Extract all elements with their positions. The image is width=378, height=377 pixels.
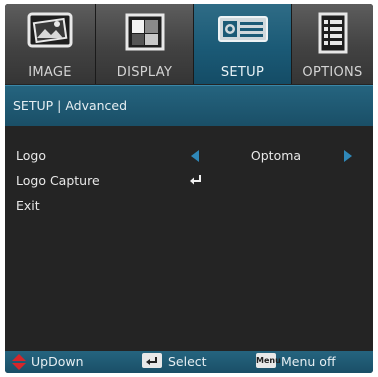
enter-icon [190, 175, 201, 185]
arrow-right-icon[interactable] [344, 150, 352, 162]
menu-key-icon: Menu [256, 353, 281, 368]
arrow-left-icon[interactable] [191, 150, 199, 162]
tab-setup-label: SETUP [220, 65, 265, 80]
options-icon [318, 12, 347, 54]
menu-item-exit[interactable]: Exit [5, 196, 373, 216]
tab-display[interactable]: DISPLAY [96, 4, 194, 84]
section-header: SETUP | Advanced [5, 85, 373, 126]
menu-off-hint: Menu off [281, 354, 336, 369]
menu-list: Logo Optoma Logo Capture Exit [5, 126, 373, 351]
menu-item-logo-capture[interactable]: Logo Capture [5, 171, 373, 191]
footer-bar: UpDown Select Menu Menu off [5, 351, 373, 373]
tab-options-label: OPTIONS [302, 65, 363, 80]
tab-bar: IMAGE DISPLAY SETUP OPTIONS [5, 4, 373, 84]
tab-setup[interactable]: SETUP [194, 4, 292, 84]
image-icon [27, 12, 73, 48]
tab-image[interactable]: IMAGE [5, 4, 96, 84]
osd-menu: IMAGE DISPLAY SETUP OPTIONS SETUP | Adva… [5, 4, 373, 373]
menu-item-logo[interactable]: Logo Optoma [5, 146, 373, 166]
tab-options[interactable]: OPTIONS [292, 4, 373, 84]
page-title: SETUP | Advanced [13, 98, 128, 113]
menu-item-exit-label: Exit [16, 198, 40, 213]
display-icon [125, 13, 164, 51]
select-hint: Select [168, 354, 207, 369]
menu-item-logo-label: Logo [16, 148, 46, 163]
logo-value: Optoma [250, 148, 302, 163]
select-key-icon [142, 353, 162, 368]
menu-item-logo-capture-label: Logo Capture [16, 173, 100, 188]
setup-icon [217, 16, 268, 42]
tab-display-label: DISPLAY [116, 65, 173, 80]
updown-icon [12, 354, 26, 370]
tab-image-label: IMAGE [28, 65, 72, 80]
updown-hint: UpDown [31, 354, 84, 369]
